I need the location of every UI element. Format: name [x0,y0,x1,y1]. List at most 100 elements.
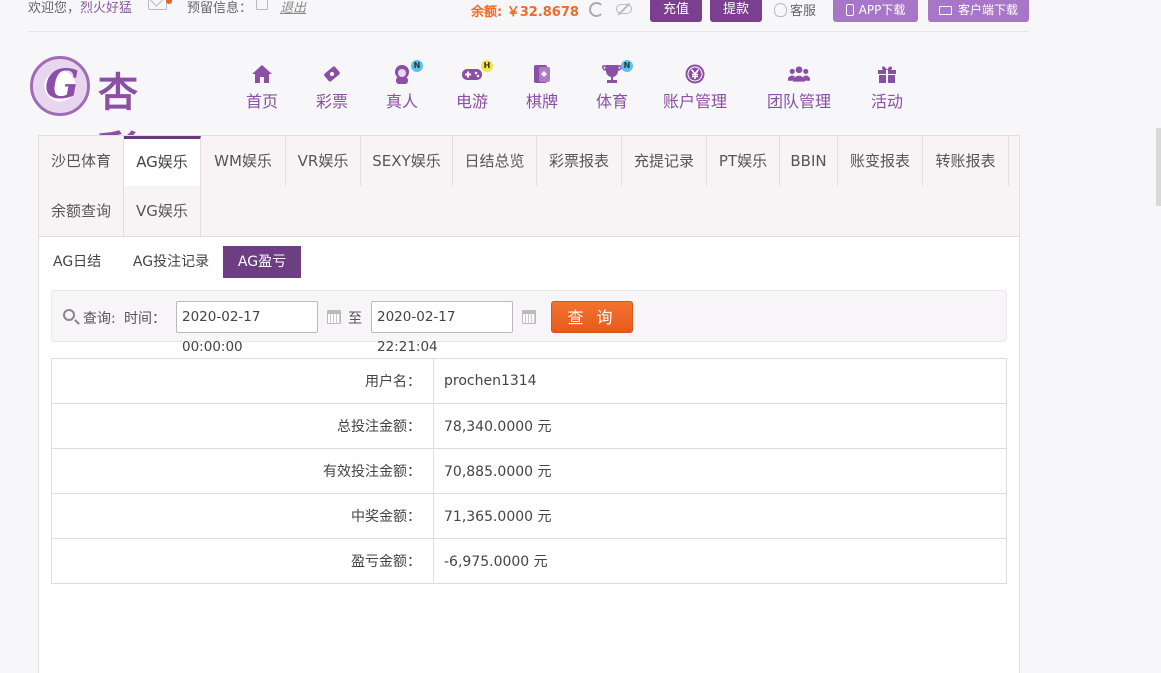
row-key: 盈亏金额： [51,538,434,584]
home-icon [252,65,272,83]
balance-display: 余额: ￥32.8678 [471,5,579,20]
logo-mark-icon [30,56,90,116]
to-label: 至 [348,311,362,327]
row-value: 78,340.0000 元 [433,403,1007,449]
calendar-icon[interactable] [327,310,341,324]
logout-link[interactable]: 退出 [280,0,306,16]
reserve-info-label: 预留信息： [187,1,253,16]
gamepad-icon: H [461,60,493,84]
query-label: 查询: [83,311,116,327]
row-key: 中奖金额： [51,493,434,539]
recharge-button[interactable]: 充值 [650,0,702,22]
nav-item-account[interactable]: 账户管理 [655,60,735,112]
hot-badge: H [481,60,493,72]
end-time-input[interactable]: 2020-02-17 22:21:04 [371,301,513,355]
start-time-input[interactable]: 2020-02-17 00:00:00 [176,301,318,355]
gift-icon [878,66,896,83]
tab-sexy[interactable]: SEXY娱乐 [361,136,453,186]
nav-item-sports[interactable]: N 体育 [572,60,652,112]
top-bar: 欢迎您，烈火好猛 预留信息： 退出 余额: ￥32.8678 充值 提款 客服 … [0,0,1161,30]
nav-item-lottery[interactable]: 彩票 [292,60,372,112]
hide-balance-icon[interactable] [616,4,632,14]
tab-balance-query[interactable]: 余额查询 [39,186,124,236]
subtab-ag-bet-records[interactable]: AG投注记录 [131,246,211,278]
tab-saba-sports[interactable]: 沙巴体育 [39,136,124,186]
profit-loss-table: 用户名： prochen1314 总投注金额： 78,340.0000 元 有效… [51,358,1007,584]
service-label: 客服 [790,4,817,19]
nav-item-activity[interactable]: 活动 [847,60,927,112]
tab-ag[interactable]: AG娱乐 [124,136,201,186]
nav-label: 团队管理 [766,92,831,111]
nav-label: 电游 [455,92,488,111]
client-download-label: 客户端下载 [957,3,1018,17]
site-logo[interactable]: 杏彩 [30,56,180,174]
row-value: 71,365.0000 元 [433,493,1007,539]
tab-lottery-report[interactable]: 彩票报表 [537,136,622,186]
table-row: 用户名： prochen1314 [51,358,1007,404]
row-value: -6,975.0000 元 [433,538,1007,584]
tab-vg[interactable]: VG娱乐 [124,186,201,236]
query-button[interactable]: 查 询 [551,301,633,333]
table-row: 有效投注金额： 70,885.0000 元 [51,448,1007,494]
mail-icon[interactable] [148,0,167,10]
team-icon [788,66,810,82]
nav-item-team[interactable]: 团队管理 [759,60,839,112]
time-label: 时间： [124,311,166,327]
tab-balance-change-report[interactable]: 账变报表 [838,136,923,186]
tab-deposit-withdraw-records[interactable]: 充提记录 [622,136,707,186]
search-icon [63,309,75,321]
lottery-icon [324,66,340,82]
calendar-icon[interactable] [522,310,536,324]
tab-transfer-report[interactable]: 转账报表 [923,136,1009,186]
subtab-ag-profit-loss[interactable]: AG盈亏 [223,246,301,278]
nav-label: 彩票 [315,92,348,111]
tab-wm[interactable]: WM娱乐 [201,136,286,186]
top-divider [28,31,1029,32]
app-download-label: APP下载 [858,3,906,17]
client-download-button[interactable]: 客户端下载 [928,0,1029,22]
new-badge: N [411,60,423,72]
unread-dot-icon [166,0,172,4]
edit-icon[interactable] [256,0,268,10]
new-badge: N [621,60,633,72]
tab-pt[interactable]: PT娱乐 [707,136,780,186]
nav-item-egames[interactable]: H 电游 [432,60,512,112]
withdraw-button[interactable]: 提款 [710,0,762,22]
cards-icon [534,65,550,83]
row-key: 总投注金额： [51,403,434,449]
nav-item-home[interactable]: 首页 [222,60,302,112]
nav-label: 账户管理 [662,92,727,111]
subtab-ag-daily[interactable]: AG日结 [53,246,103,278]
yen-coin-icon [685,64,705,84]
monitor-icon [938,6,952,15]
nav-label: 真人 [385,92,418,111]
nav-item-live[interactable]: N 真人 [362,60,442,112]
table-row: 中奖金额： 71,365.0000 元 [51,493,1007,539]
nav-label: 活动 [870,92,903,111]
table-row: 盈亏金额： -6,975.0000 元 [51,538,1007,584]
row-value: prochen1314 [433,358,1007,404]
refresh-icon[interactable] [589,2,604,17]
report-panel: 沙巴体育 AG娱乐 WM娱乐 VR娱乐 SEXY娱乐 日结总览 彩票报表 充提记… [38,135,1020,673]
query-bar: 查询: 时间： 2020-02-17 00:00:00 至 2020-02-17… [51,290,1007,355]
nav-label: 首页 [245,92,278,111]
report-tab-bar: 沙巴体育 AG娱乐 WM娱乐 VR娱乐 SEXY娱乐 日结总览 彩票报表 充提记… [39,136,1019,237]
nav-label: 棋牌 [525,92,558,111]
username: 烈火好猛 [80,1,133,16]
app-download-button[interactable]: APP下载 [833,0,918,22]
row-key: 有效投注金额： [51,448,434,494]
table-row: 总投注金额： 78,340.0000 元 [51,403,1007,449]
welcome-prefix: 欢迎您， [28,1,81,16]
row-key: 用户名： [51,358,434,404]
tab-vr[interactable]: VR娱乐 [286,136,361,186]
welcome-text: 欢迎您，烈火好猛 [28,0,132,16]
customer-service-link[interactable]: 客服 [774,0,816,19]
row-value: 70,885.0000 元 [433,448,1007,494]
tab-bbin[interactable]: BBIN [780,136,838,186]
nav-label: 体育 [595,92,628,111]
headset-icon [774,3,787,17]
trophy-icon: N [601,60,633,84]
scrollbar[interactable] [1156,128,1161,206]
tab-daily-overview[interactable]: 日结总览 [453,136,537,186]
nav-item-cards[interactable]: 棋牌 [502,60,582,112]
